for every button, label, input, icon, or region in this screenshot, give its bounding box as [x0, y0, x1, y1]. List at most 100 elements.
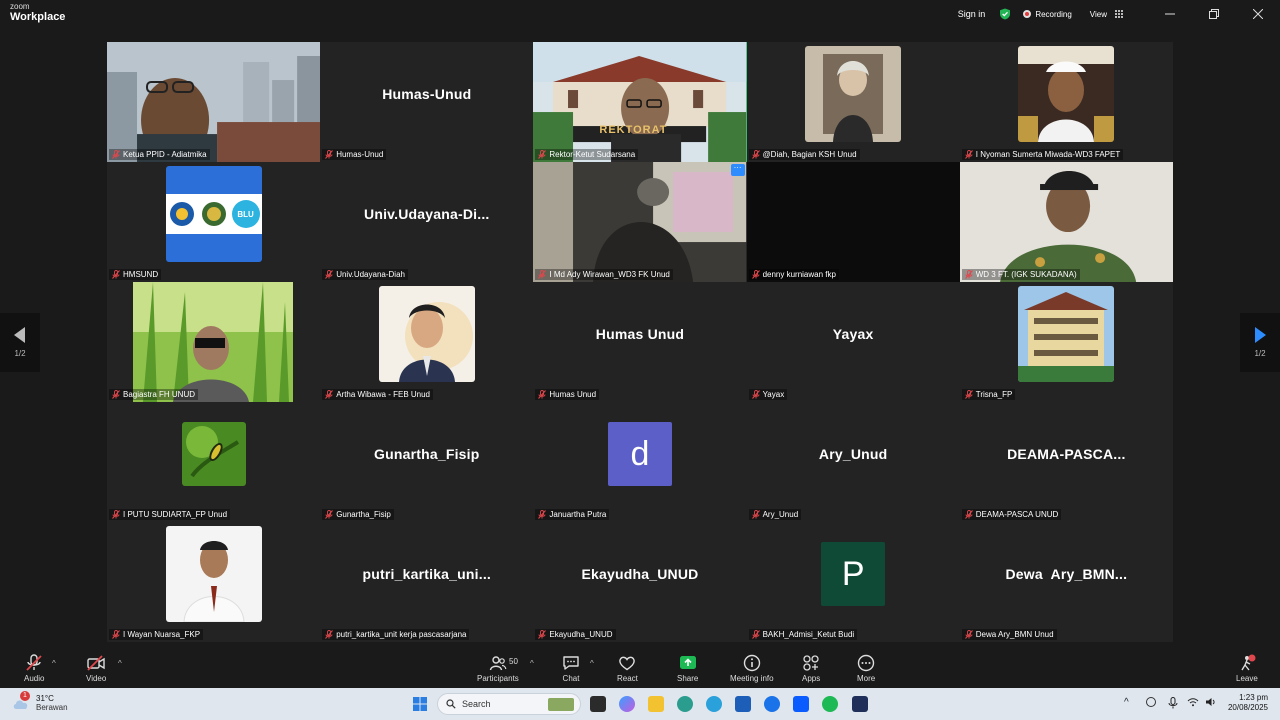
- participant-tile[interactable]: I Nyoman Sumerta Miwada-WD3 FAPET: [959, 42, 1173, 162]
- edge-browser-icon[interactable]: [677, 696, 693, 712]
- mic-muted-icon: [538, 630, 547, 639]
- leave-button[interactable]: Leave: [1236, 654, 1258, 683]
- sign-in-link[interactable]: Sign in: [958, 9, 986, 19]
- video-options-caret-icon[interactable]: ^: [118, 659, 122, 668]
- participant-tile[interactable]: Humas-Unud Humas-Unud: [320, 42, 534, 162]
- participant-tile[interactable]: Dewa Ary_BMN... Dewa Ary_BMN Unud: [959, 522, 1173, 642]
- profile-photo: [805, 46, 902, 142]
- info-icon: [743, 654, 760, 672]
- participant-tile[interactable]: Bagiastra FH UNUD: [107, 282, 321, 402]
- tray-overflow-chevron-icon[interactable]: ^: [1124, 697, 1129, 708]
- volume-icon[interactable]: [1205, 697, 1217, 707]
- apps-button[interactable]: Apps: [802, 654, 820, 683]
- participant-name: Humas-Unud: [382, 86, 472, 102]
- participant-tile[interactable]: I Wayan Nuarsa_FKP: [107, 522, 321, 642]
- restore-button[interactable]: [1192, 0, 1236, 28]
- meeting-info-button[interactable]: Meeting info: [730, 654, 774, 683]
- video-button[interactable]: Video: [86, 654, 106, 683]
- task-view-icon[interactable]: [590, 696, 606, 712]
- view-grid-icon[interactable]: [1115, 9, 1124, 19]
- recording-indicator[interactable]: Recording: [1023, 10, 1072, 19]
- participant-tile-active-speaker[interactable]: REKTORAT Rektor-Ketut Sudarsana: [533, 42, 747, 162]
- encryption-shield-icon[interactable]: [999, 8, 1011, 20]
- recording-dot-icon: [1023, 10, 1032, 18]
- rektorat-sign: REKTORAT: [599, 124, 668, 136]
- participant-label-text: Rektor-Ketut Sudarsana: [549, 150, 636, 159]
- store-icon[interactable]: [735, 696, 751, 712]
- view-button[interactable]: View: [1090, 10, 1107, 19]
- more-button[interactable]: More: [857, 654, 875, 683]
- gallery-grid: Ketua PPID - Adiatmika Humas-Unud Humas-…: [107, 42, 1173, 642]
- windows-start-icon[interactable]: [412, 696, 428, 712]
- telegram-icon[interactable]: [706, 696, 722, 712]
- participant-tile[interactable]: Ary_Unud Ary_Unud: [746, 402, 960, 522]
- video-camera-off-icon: [87, 655, 105, 671]
- participant-name: Ary_Unud: [818, 446, 888, 462]
- participant-tile[interactable]: BLU HMSUND: [107, 162, 321, 282]
- title-bar: zoom Workplace Sign in Recording View: [0, 0, 1280, 28]
- participant-tile[interactable]: Trisna_FP: [959, 282, 1173, 402]
- participant-tile[interactable]: DEAMA-PASCA... DEAMA-PASCA UNUD: [959, 402, 1173, 522]
- participant-tile[interactable]: Humas Unud Humas Unud: [533, 282, 747, 402]
- more-dots-icon: [857, 654, 875, 672]
- system-clock[interactable]: 1:23 pm 20/08/2025: [1228, 693, 1268, 714]
- previous-page-button[interactable]: 1/2: [0, 313, 40, 372]
- participant-label-text: Dewa Ary_BMN Unud: [975, 630, 1054, 639]
- participant-label-text: putri_kartika_unit kerja pascasarjana: [336, 630, 467, 639]
- tray-sync-icon[interactable]: [1146, 697, 1156, 707]
- participant-label: Dewa Ary_BMN Unud: [961, 629, 1057, 640]
- react-button[interactable]: React: [617, 654, 638, 683]
- audio-options-caret-icon[interactable]: ^: [52, 659, 56, 668]
- participant-tile[interactable]: Artha Wibawa - FEB Unud: [320, 282, 534, 402]
- participant-name: putri_kartika_uni...: [362, 566, 492, 582]
- mic-muted-icon: [751, 630, 760, 639]
- tray-microphone-icon[interactable]: [1168, 697, 1178, 709]
- taskbar-search-box[interactable]: Search: [437, 693, 581, 715]
- onedrive-icon[interactable]: [764, 696, 780, 712]
- minimize-button[interactable]: [1148, 0, 1192, 28]
- zoom-window: zoom Workplace Sign in Recording View 1/…: [0, 0, 1280, 720]
- participant-tile[interactable]: @Diah, Bagian KSH Unud: [746, 42, 960, 162]
- participant-tile[interactable]: ··· I Md Ady Wirawan_WD3 FK Unud: [533, 162, 747, 282]
- heart-icon: [619, 656, 636, 671]
- participant-tile[interactable]: WD 3 FT. (IGK SUKADANA): [959, 162, 1173, 282]
- participant-name: Univ.Udayana-Di...: [364, 206, 490, 222]
- participant-tile[interactable]: Ekayudha_UNUD Ekayudha_UNUD: [533, 522, 747, 642]
- mic-muted-icon: [112, 510, 120, 519]
- more-options-button[interactable]: ···: [730, 164, 745, 176]
- zoom-app-icon[interactable]: [793, 696, 809, 712]
- clock-time: 1:23 pm: [1239, 693, 1268, 702]
- participant-tile[interactable]: Gunartha_Fisip Gunartha_Fisip: [320, 402, 534, 522]
- participant-label: Bagiastra FH UNUD: [109, 389, 199, 400]
- participants-options-caret-icon[interactable]: ^: [530, 659, 534, 668]
- participants-label: Participants: [477, 674, 519, 683]
- participant-tile[interactable]: Ketua PPID - Adiatmika: [107, 42, 321, 162]
- video-feed: [959, 162, 1173, 282]
- participant-label-text: I Wayan Nuarsa_FKP: [123, 630, 201, 639]
- audio-button[interactable]: Audio: [24, 654, 44, 683]
- close-icon: [1253, 9, 1263, 19]
- close-button[interactable]: [1236, 0, 1280, 28]
- chat-options-caret-icon[interactable]: ^: [590, 659, 594, 668]
- brand-line-1: zoom: [10, 2, 30, 11]
- participant-label: Univ.Udayana-Diah: [322, 269, 408, 280]
- mic-muted-icon: [964, 270, 973, 279]
- wifi-icon[interactable]: [1187, 697, 1199, 707]
- spotify-icon[interactable]: [822, 696, 838, 712]
- participant-tile[interactable]: Univ.Udayana-Di... Univ.Udayana-Diah: [320, 162, 534, 282]
- chat-bubble-icon: [563, 656, 579, 670]
- participant-tile[interactable]: Yayax Yayax: [746, 282, 960, 402]
- participant-label: I PUTU SUDIARTA_FP Unud: [109, 509, 231, 520]
- participant-tile[interactable]: denny kurniawan fkp: [746, 162, 960, 282]
- participant-label: WD 3 FT. (IGK SUKADANA): [961, 269, 1080, 280]
- next-page-button[interactable]: 1/2: [1240, 313, 1280, 372]
- participant-tile[interactable]: I PUTU SUDIARTA_FP Unud: [107, 402, 321, 522]
- participant-tile[interactable]: d Januartha Putra: [533, 402, 747, 522]
- file-explorer-icon[interactable]: [648, 696, 664, 712]
- chat-button[interactable]: Chat: [562, 654, 580, 683]
- copilot-icon[interactable]: [619, 696, 635, 712]
- share-button[interactable]: Share: [677, 654, 698, 683]
- participant-tile[interactable]: P BAKH_Admisi_Ketut Budi: [746, 522, 960, 642]
- participant-tile[interactable]: putri_kartika_uni... putri_kartika_unit …: [320, 522, 534, 642]
- app-icon[interactable]: [852, 696, 868, 712]
